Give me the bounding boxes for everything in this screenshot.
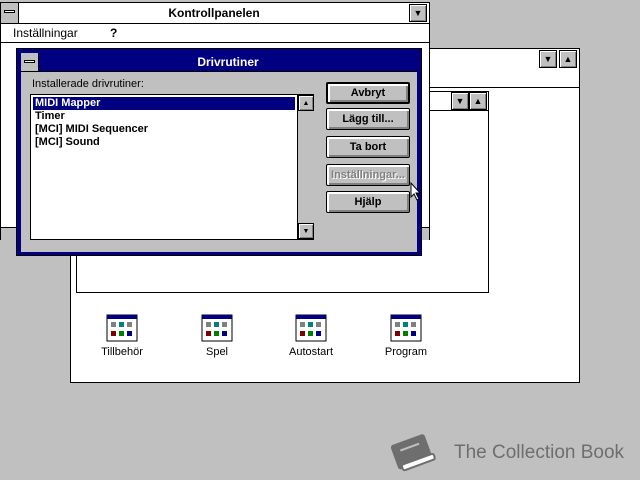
driver-listbox[interactable]: MIDI Mapper Timer [MCI] MIDI Sequencer […: [30, 94, 314, 240]
group-label: Spel: [205, 346, 229, 358]
driver-item[interactable]: Timer: [35, 110, 65, 123]
watermark-text: The Collection Book: [454, 442, 625, 463]
cancel-button-label: Avbryt: [350, 87, 386, 99]
book-icon: [390, 434, 436, 472]
listbox-scrollbar[interactable]: ▲ ▼: [297, 95, 314, 239]
dialog-title: Drivrutiner: [197, 55, 259, 69]
system-menu-button[interactable]: [1, 3, 19, 23]
program-group-icon[interactable]: [295, 314, 327, 342]
help-button-label: Hjälp: [354, 196, 382, 208]
remove-driver-button[interactable]: Ta bort: [326, 136, 410, 158]
remove-driver-button-label: Ta bort: [349, 141, 387, 153]
setup-button-label: Inställningar...: [331, 169, 405, 181]
menu-installningar[interactable]: Inställningar: [13, 26, 78, 40]
driver-item[interactable]: [MCI] Sound: [35, 136, 100, 149]
help-button[interactable]: Hjälp: [326, 191, 410, 213]
add-driver-button[interactable]: Lägg till...: [326, 108, 410, 130]
add-driver-button-label: Lägg till...: [342, 113, 394, 125]
dialog-titlebar[interactable]: Drivrutiner: [21, 53, 417, 71]
scroll-down-icon[interactable]: ▼: [298, 223, 314, 239]
scroll-up-icon[interactable]: ▲: [298, 95, 314, 111]
minimize-button[interactable]: ▼: [409, 4, 427, 22]
program-group-icon[interactable]: [201, 314, 233, 342]
group-minimize-button[interactable]: ▼: [451, 92, 469, 110]
setup-button[interactable]: Inställningar...: [326, 164, 410, 186]
program-group-icon[interactable]: [106, 314, 138, 342]
mouse-cursor-icon: [410, 182, 422, 201]
maximize-button[interactable]: ▲: [559, 50, 577, 68]
group-label: Tillbehör: [101, 346, 143, 358]
menu-help[interactable]: ?: [110, 26, 117, 40]
window-title: Kontrollpanelen: [168, 6, 260, 20]
driver-item[interactable]: [MCI] MIDI Sequencer: [35, 123, 148, 136]
driver-item-selected[interactable]: MIDI Mapper: [32, 96, 296, 111]
control-panel-titlebar[interactable]: Kontrollpanelen ▼: [1, 3, 429, 24]
group-label: Program: [384, 346, 428, 358]
group-label: Autostart: [288, 346, 334, 358]
driver-list-label: Installerade drivrutiner:: [32, 78, 144, 90]
program-group-icon[interactable]: [390, 314, 422, 342]
control-panel-menubar: Inställningar ?: [1, 24, 429, 43]
minimize-button[interactable]: ▼: [539, 50, 557, 68]
group-maximize-button[interactable]: ▲: [469, 92, 487, 110]
cancel-button[interactable]: Avbryt: [326, 82, 410, 104]
dialog-system-menu-button[interactable]: [21, 53, 39, 71]
